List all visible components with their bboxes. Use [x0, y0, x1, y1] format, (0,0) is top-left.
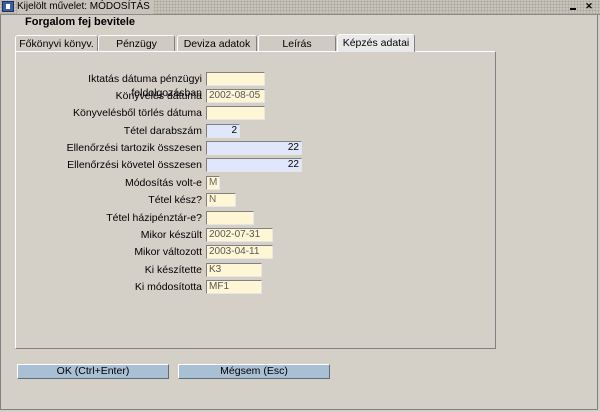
- label-ki-modositotta: Ki módosította: [134, 281, 202, 293]
- tab-deviza-adatok[interactable]: Deviza adatok: [177, 35, 257, 51]
- form-title: Forgalom fej bevitele: [25, 16, 136, 28]
- field-ellenorzesi-kovetel[interactable]: 22: [206, 158, 302, 172]
- label-konyvelesbol-torles-datuma: Könyvelésből törlés dátuma: [73, 107, 202, 119]
- label-mikor-keszult: Mikor készült: [140, 229, 202, 241]
- field-ellenorzesi-tartozik[interactable]: 22: [206, 141, 302, 155]
- ok-button[interactable]: OK (Ctrl+Enter): [17, 364, 169, 379]
- field-tetel-darabszam[interactable]: 2: [206, 124, 240, 138]
- window-title-bar[interactable]: Kijelölt művelet: MÓDOSÍTÁS ✕: [0, 0, 600, 15]
- close-icon[interactable]: ✕: [584, 2, 594, 11]
- label-ellenorzesi-tartozik: Ellenőrzési tartozik összesen: [66, 142, 202, 154]
- field-ki-keszitette[interactable]: K3: [206, 263, 262, 277]
- label-ki-keszitette: Ki készítette: [144, 264, 202, 276]
- field-modositas-volt-e[interactable]: M: [206, 176, 220, 190]
- label-mikor-valtozott: Mikor változott: [134, 246, 202, 258]
- tab-leiras[interactable]: Leírás: [258, 35, 336, 51]
- field-ki-modositotta[interactable]: MF1: [206, 280, 262, 294]
- label-tetel-darabszam: Tétel darabszám: [123, 125, 202, 137]
- label-ellenorzesi-kovetel: Ellenőrzési követel összesen: [67, 159, 202, 171]
- app-icon: [2, 1, 14, 12]
- field-mikor-keszult[interactable]: 2002-07-31: [206, 228, 273, 242]
- field-mikor-valtozott[interactable]: 2003-04-11: [206, 245, 273, 259]
- tab-penzugy[interactable]: Pénzügy: [98, 35, 175, 51]
- label-konyveles-datuma: Könyvelés dátuma: [115, 90, 202, 102]
- tab-fokonyvi-konyv[interactable]: Főkönyvi könyv.: [15, 35, 98, 51]
- field-konyvelesbol-torles-datuma[interactable]: [206, 106, 265, 120]
- label-modositas-volt-e: Módosítás volt-e: [124, 177, 202, 189]
- label-tetel-kesz: Tétel kész?: [148, 194, 202, 206]
- field-konyveles-datuma[interactable]: 2002-08-05: [206, 89, 265, 103]
- cancel-button[interactable]: Mégsem (Esc): [178, 364, 330, 379]
- tab-kepzes-adatai[interactable]: Képzés adatai: [337, 34, 415, 52]
- label-iktatas-datuma: Iktatás dátuma pénzügyi feldolgozásban: [88, 73, 202, 99]
- field-tetel-hazipenztar[interactable]: [206, 211, 254, 225]
- minimize-icon[interactable]: [568, 2, 578, 11]
- field-iktatas-datuma[interactable]: [206, 72, 265, 86]
- window-title: Kijelölt művelet: MÓDOSÍTÁS: [17, 0, 154, 14]
- field-tetel-kesz[interactable]: N: [206, 193, 236, 207]
- label-tetel-hazipenztar: Tétel házipénztár-e?: [106, 212, 202, 224]
